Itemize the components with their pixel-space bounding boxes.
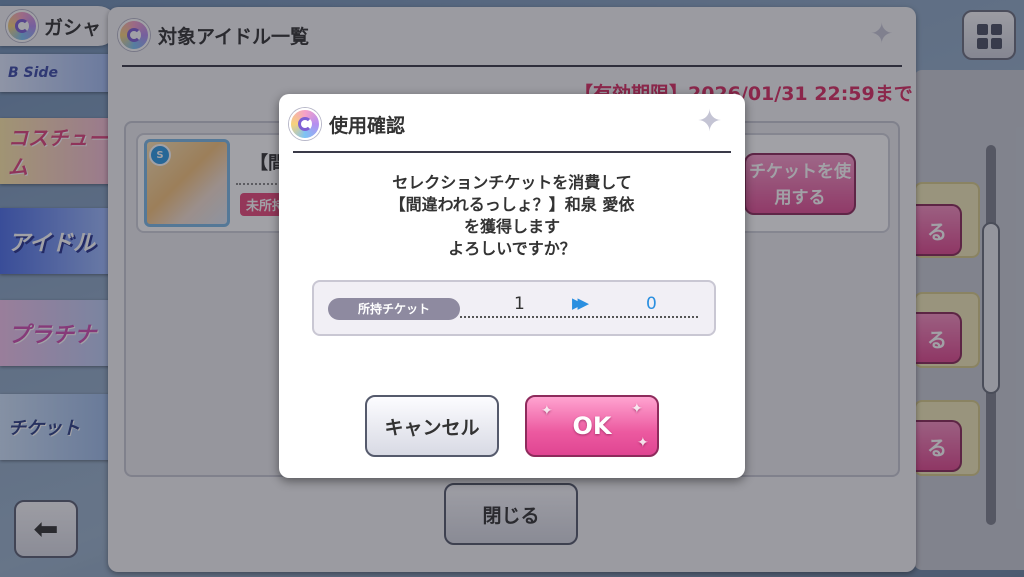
dialog-logo-icon	[289, 108, 321, 140]
ok-label: OK	[572, 412, 612, 440]
ticket-count-before: 1	[514, 294, 525, 314]
dialog-header: 使用確認	[289, 108, 405, 140]
sparkle-icon: ✦	[637, 435, 649, 451]
sparkle-icon: ✦	[697, 104, 723, 139]
cancel-button[interactable]: キャンセル	[365, 395, 499, 457]
ticket-count-box: 所持チケット 1 ▶▶ 0	[312, 280, 716, 336]
confirm-message: セレクションチケットを消費して 【間違われるっしょ？】和泉 愛依 を獲得します …	[389, 173, 635, 258]
sparkle-icon: ✦	[631, 401, 643, 417]
dialog-title: 使用確認	[329, 114, 406, 137]
divider	[460, 316, 698, 318]
ok-button[interactable]: ✦ ✦ ✦ OK	[525, 395, 659, 457]
ticket-count-after: 0	[646, 294, 657, 314]
divider	[293, 151, 731, 153]
sparkle-icon: ✦	[541, 403, 553, 419]
fast-forward-icon: ▶▶	[572, 294, 589, 312]
use-confirm-dialog: 使用確認 ✦ セレクションチケットを消費して 【間違われるっしょ？】和泉 愛依 …	[279, 94, 745, 478]
ticket-label: 所持チケット	[328, 298, 460, 320]
